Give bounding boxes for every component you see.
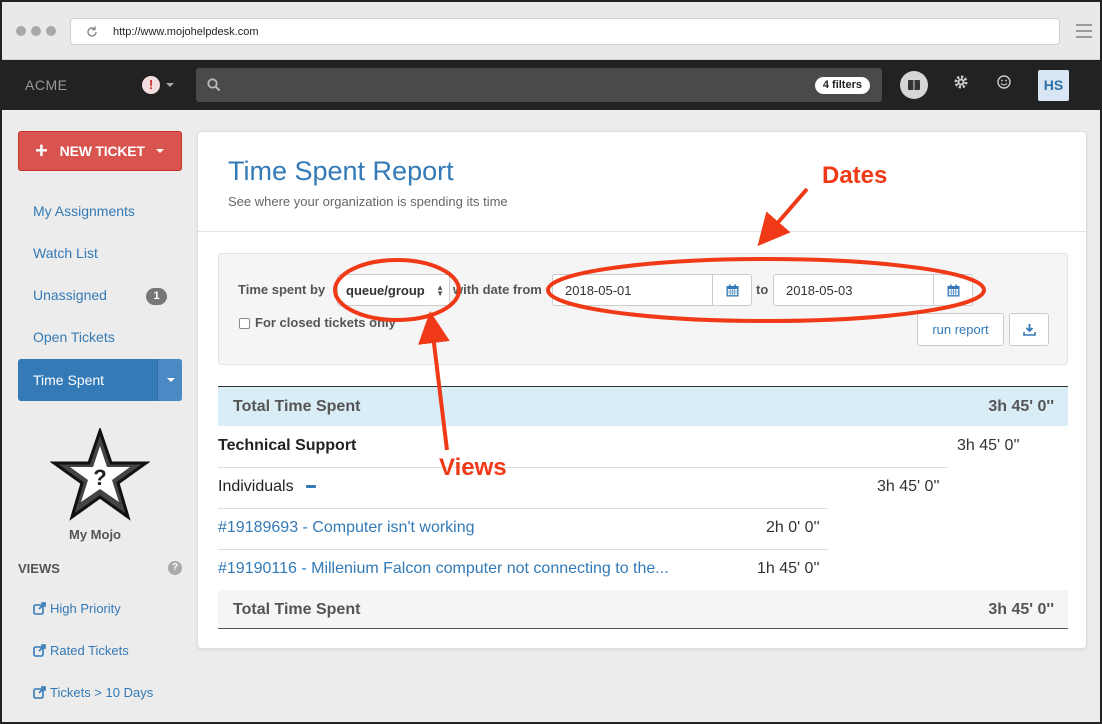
sidebar-item-unassigned[interactable]: Unassigned	[33, 287, 107, 303]
collapse-icon[interactable]	[305, 485, 316, 489]
report-panel: Time Spent Report See where your organiz…	[197, 131, 1087, 649]
alert-dropdown[interactable]: !	[142, 76, 174, 94]
sidebar-item-watch-list[interactable]: Watch List	[33, 245, 98, 261]
row-divider	[218, 549, 828, 550]
total-value: 3h 45' 0''	[988, 398, 1054, 415]
total-row-top: Total Time Spent 3h 45' 0''	[218, 387, 1068, 426]
ticket-time-value: 1h 45' 0''	[757, 560, 820, 577]
individuals-row[interactable]: Individuals	[218, 478, 316, 496]
date-to-calendar-button[interactable]	[934, 274, 973, 306]
group-value: 3h 45' 0''	[957, 437, 1020, 454]
user-avatar[interactable]: HS	[1038, 70, 1069, 101]
sidebar: + NEW TICKET My Assignments Watch List U…	[2, 110, 197, 722]
chevron-down-icon	[166, 83, 174, 87]
reload-icon[interactable]	[85, 25, 99, 39]
time-spent-label: Time Spent	[33, 372, 105, 388]
row-divider	[218, 508, 828, 509]
time-spent-dropdown-toggle[interactable]	[157, 359, 182, 401]
with-date-from-label: with date from	[453, 282, 542, 297]
view-item-tickets-over-10-days[interactable]: Tickets > 10 Days	[33, 685, 153, 700]
dates-annotation: Dates	[822, 162, 888, 189]
sidebar-item-my-assignments[interactable]: My Assignments	[33, 203, 135, 219]
closed-tickets-checkbox[interactable]	[239, 318, 250, 329]
group-label: Technical Support	[218, 437, 357, 454]
date-from-input[interactable]: 2018-05-01	[552, 274, 713, 306]
unassigned-count-badge: 1	[146, 288, 167, 305]
external-link-icon	[33, 644, 46, 657]
download-button[interactable]	[1009, 313, 1049, 346]
total-row-bottom: Total Time Spent 3h 45' 0''	[218, 590, 1068, 629]
svg-text:?: ?	[93, 465, 106, 490]
run-report-button[interactable]: run report	[917, 313, 1004, 346]
search-input[interactable]	[228, 74, 788, 96]
search-icon	[207, 78, 221, 92]
calendar-icon	[726, 284, 739, 297]
my-mojo-label[interactable]: My Mojo	[69, 527, 121, 542]
window-zoom-button[interactable]	[46, 26, 56, 36]
new-ticket-label: NEW TICKET	[59, 143, 145, 159]
gear-icon[interactable]	[953, 74, 969, 90]
chevron-down-icon	[167, 378, 175, 382]
date-from-calendar-button[interactable]	[713, 274, 752, 306]
window-close-button[interactable]	[16, 26, 26, 36]
new-ticket-button[interactable]: + NEW TICKET	[18, 131, 182, 171]
sidebar-item-time-spent[interactable]: Time Spent	[18, 359, 182, 401]
ticket-time-value: 2h 0' 0''	[766, 519, 820, 536]
report-filters: Time spent by queue/group ▲ ▼ with date f…	[218, 253, 1068, 365]
views-heading: VIEWS	[18, 561, 60, 576]
chevron-down-icon	[155, 149, 164, 153]
external-link-icon	[33, 686, 46, 699]
browser-window: http://www.mojohelpdesk.com ACME ! 4 fil…	[0, 0, 1102, 724]
to-label: to	[756, 282, 769, 297]
address-bar[interactable]: http://www.mojohelpdesk.com	[70, 18, 1060, 45]
browser-chrome: http://www.mojohelpdesk.com	[2, 2, 1100, 60]
view-item-rated-tickets[interactable]: Rated Tickets	[33, 643, 129, 658]
group-by-value: queue/group	[346, 283, 425, 298]
view-item-high-priority[interactable]: High Priority	[33, 601, 121, 616]
total-label: Total Time Spent	[233, 601, 361, 618]
url-text: http://www.mojohelpdesk.com	[113, 26, 259, 38]
search-bar[interactable]: 4 filters	[196, 68, 882, 102]
page-title: Time Spent Report	[228, 156, 454, 186]
page-subtitle: See where your organization is spending …	[228, 194, 508, 209]
external-link-icon	[33, 602, 46, 615]
smiley-icon[interactable]	[996, 74, 1012, 90]
filters-badge[interactable]: 4 filters	[814, 77, 870, 94]
window-controls	[16, 26, 56, 36]
total-label: Total Time Spent	[233, 398, 361, 415]
top-navbar: ACME ! 4 filters HS	[2, 60, 1100, 110]
help-icon[interactable]: ?	[168, 561, 182, 575]
view-item-label: Tickets > 10 Days	[50, 685, 154, 700]
knowledge-base-icon[interactable]	[900, 71, 928, 99]
view-item-label: High Priority	[50, 601, 121, 616]
group-by-select[interactable]: queue/group ▲ ▼	[337, 274, 450, 306]
calendar-icon	[947, 284, 960, 297]
row-divider	[218, 467, 948, 468]
browser-menu-icon[interactable]	[1076, 24, 1092, 38]
brand-name[interactable]: ACME	[25, 77, 67, 93]
sidebar-item-open-tickets[interactable]: Open Tickets	[33, 329, 115, 345]
views-annotation: Views	[439, 454, 507, 481]
select-arrows-icon: ▲ ▼	[436, 283, 444, 298]
view-item-label: Rated Tickets	[50, 643, 129, 658]
mojo-star-icon[interactable]: ?	[50, 428, 150, 524]
ticket-link[interactable]: #19189693 - Computer isn't working	[218, 519, 475, 537]
date-to-input[interactable]: 2018-05-03	[773, 274, 934, 306]
individuals-label: Individuals	[218, 478, 294, 495]
total-value: 3h 45' 0''	[988, 601, 1054, 618]
alert-icon: !	[142, 76, 160, 94]
ticket-link[interactable]: #19190116 - Millenium Falcon computer no…	[218, 560, 669, 578]
time-spent-by-label: Time spent by	[238, 282, 326, 297]
closed-tickets-label[interactable]: For closed tickets only	[255, 315, 396, 330]
individuals-value: 3h 45' 0''	[877, 478, 940, 495]
plus-icon: +	[35, 138, 48, 163]
window-minimize-button[interactable]	[31, 26, 41, 36]
download-icon	[1023, 324, 1036, 336]
divider	[198, 231, 1086, 232]
